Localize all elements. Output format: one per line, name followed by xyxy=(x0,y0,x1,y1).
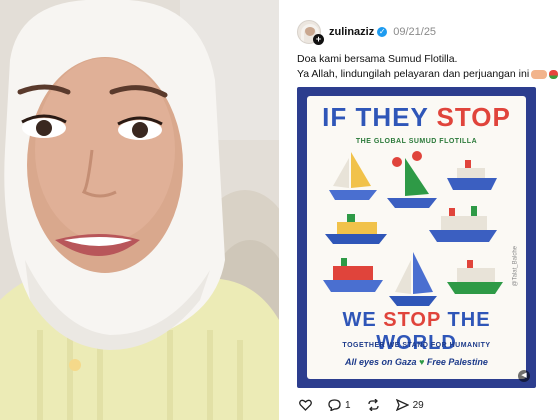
screen: zulinaziz ✓ 09/21/25 + Doa kami bersama … xyxy=(0,0,560,420)
boat-sail-1 xyxy=(329,152,377,200)
poster-paper: IF THEY STOP THE GLOBAL SUMUD FLOTILLA @… xyxy=(307,96,526,379)
post-caption: Doa kami bersama Sumud Flotilla. Ya Alla… xyxy=(297,52,559,82)
action-bar: 1 29 xyxy=(299,399,440,411)
follow-plus-icon[interactable]: + xyxy=(313,34,324,45)
poster-headline-a: IF THEY xyxy=(322,102,437,132)
boats-illustration xyxy=(323,151,503,306)
boat-ferry-3 xyxy=(447,160,497,190)
caption-line-1: Doa kami bersama Sumud Flotilla. xyxy=(297,53,458,65)
send-icon xyxy=(395,399,409,411)
boat-ship-5 xyxy=(429,206,497,242)
comment-count: 1 xyxy=(345,399,351,411)
caption-line-2: Ya Allah, lindungilah pelayaran dan perj… xyxy=(297,67,559,82)
video-illustration xyxy=(0,0,279,420)
repost-icon xyxy=(367,399,379,411)
poster-headline-2-a: WE xyxy=(342,309,384,331)
like-button[interactable] xyxy=(299,399,312,411)
poster-headline-2-b: STOP xyxy=(383,309,448,331)
comment-button[interactable]: 1 xyxy=(328,399,351,411)
poster-signature: @Talat_Balche xyxy=(512,246,518,287)
caption-line-2-text: Ya Allah, lindungilah pelayaran dan perj… xyxy=(297,68,530,80)
post-date: 09/21/25 xyxy=(393,26,437,38)
poster-subtitle: THE GLOBAL SUMUD FLOTILLA xyxy=(355,138,478,145)
poster-footer-b: Free Palestine xyxy=(424,357,488,367)
boat-ship-8 xyxy=(447,260,503,294)
poster-footer: All eyes on Gaza ♥ Free Palestine xyxy=(307,357,526,367)
boat-ship-4 xyxy=(325,214,387,244)
mute-icon[interactable]: ◀ xyxy=(518,370,530,382)
share-button[interactable]: 29 xyxy=(395,399,424,411)
repost-button[interactable] xyxy=(367,399,380,411)
poster-headline: IF THEY STOP xyxy=(307,102,526,133)
boat-flower-2 xyxy=(387,151,437,208)
poster-tagline: TOGETHER WE STAND FOR HUMANITY xyxy=(342,342,491,349)
video-frame[interactable] xyxy=(0,0,279,420)
verified-icon: ✓ xyxy=(377,27,388,37)
watermelon-icon xyxy=(549,69,559,79)
username[interactable]: zulinaziz xyxy=(329,26,374,38)
poster-headline-b: STOP xyxy=(436,102,511,132)
comment-icon xyxy=(328,399,341,411)
poster-footer-a: All eyes on Gaza xyxy=(345,357,420,367)
share-count: 29 xyxy=(412,399,424,411)
boat-sail-7 xyxy=(389,252,437,306)
praying-hands-icon xyxy=(531,69,548,79)
poster-media[interactable]: IF THEY STOP THE GLOBAL SUMUD FLOTILLA @… xyxy=(297,87,536,388)
boat-ship-6 xyxy=(323,258,383,292)
heart-icon xyxy=(299,399,312,411)
